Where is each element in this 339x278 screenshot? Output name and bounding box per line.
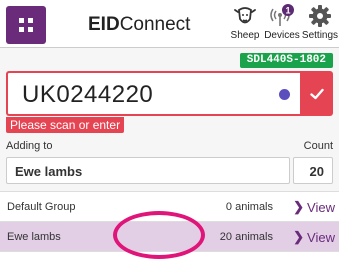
nav-settings[interactable]: Settings bbox=[301, 4, 339, 46]
app-header: EIDConnect Sheep 1 Devices Settings bbox=[0, 0, 339, 48]
nav-sheep[interactable]: Sheep bbox=[226, 4, 264, 46]
view-group-button[interactable]: ❯ View bbox=[293, 229, 335, 245]
status-dot-icon bbox=[279, 89, 290, 100]
view-group-button[interactable]: ❯ View bbox=[293, 199, 335, 215]
group-select[interactable]: Ewe lambs bbox=[6, 157, 290, 184]
nav-settings-label: Settings bbox=[301, 30, 339, 41]
chevron-right-icon: ❯ bbox=[293, 229, 305, 244]
check-icon bbox=[309, 88, 324, 99]
tag-input[interactable]: UK0244220 bbox=[6, 71, 300, 116]
device-id-badge: SDL440S-1802 bbox=[239, 53, 333, 68]
devices-count-badge: 1 bbox=[285, 6, 290, 16]
sheep-icon bbox=[234, 7, 256, 24]
app-title: EIDConnect bbox=[88, 14, 191, 35]
nav-sheep-label: Sheep bbox=[230, 30, 260, 41]
count-label: Count bbox=[303, 140, 333, 152]
chevron-right-icon: ❯ bbox=[293, 199, 305, 214]
menu-button[interactable] bbox=[6, 6, 46, 44]
group-count: 20 animals bbox=[219, 231, 273, 243]
nav-devices[interactable]: 1 Devices bbox=[263, 4, 301, 46]
group-select-value: Ewe lambs bbox=[15, 164, 83, 179]
tag-error-message: Please scan or enter bbox=[6, 117, 125, 133]
view-label: View bbox=[307, 229, 335, 245]
group-count: 0 animals bbox=[225, 201, 273, 213]
view-label: View bbox=[307, 199, 335, 215]
count-value: 20 bbox=[309, 164, 324, 179]
adding-to-label: Adding to bbox=[6, 140, 53, 152]
confirm-tag-button[interactable] bbox=[300, 71, 333, 116]
gear-icon bbox=[309, 5, 331, 27]
group-name: Ewe lambs bbox=[7, 231, 61, 243]
nav-devices-label: Devices bbox=[264, 30, 300, 41]
highlight-circle-annotation bbox=[113, 211, 205, 259]
tag-input-value: UK0244220 bbox=[22, 81, 154, 108]
grid-menu-icon bbox=[19, 18, 33, 32]
count-value-box: 20 bbox=[293, 157, 333, 184]
antenna-icon: 1 bbox=[270, 4, 294, 26]
group-name: Default Group bbox=[7, 201, 76, 213]
